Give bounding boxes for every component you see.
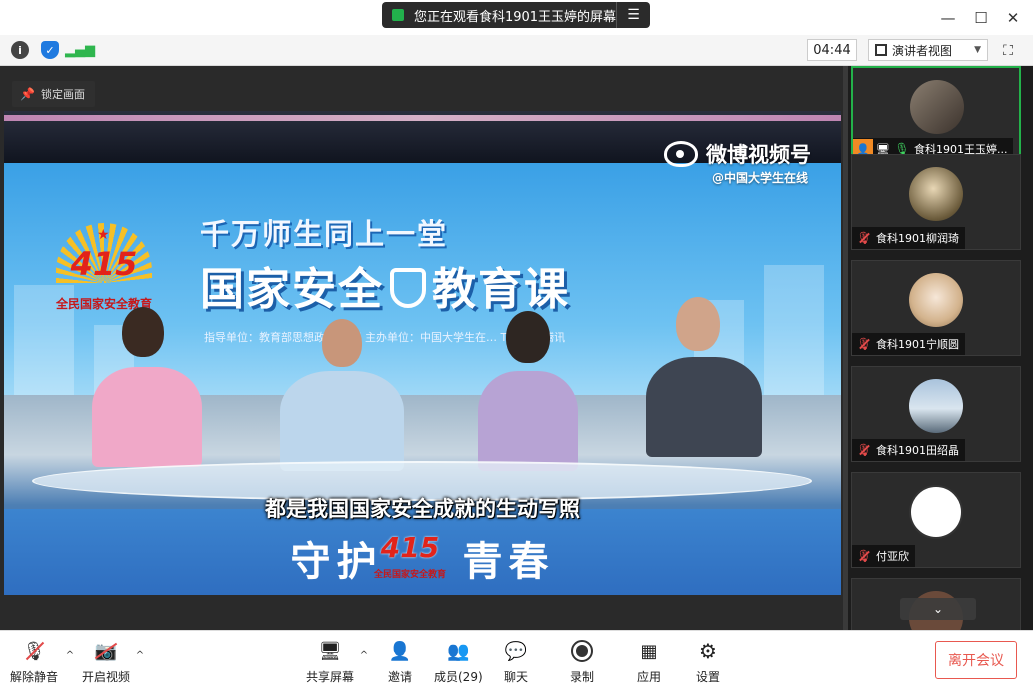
start-video-button[interactable]: 📷 开启视频 xyxy=(82,639,130,687)
banner-right-text: 青春 xyxy=(462,539,555,585)
title-bar: 您正在观看食科1901王玉婷的屏幕 ☰ — ☐ ✕ xyxy=(0,0,1033,35)
chevron-up-icon[interactable]: ^ xyxy=(134,649,146,661)
weibo-brand-text: 微博视频号 xyxy=(706,143,811,167)
minimize-icon[interactable]: — xyxy=(938,8,958,28)
share-status-pill[interactable]: 您正在观看食科1901王玉婷的屏幕 ☰ xyxy=(382,2,650,28)
invite-button[interactable]: 👤 邀请 xyxy=(387,639,413,687)
chat-label: 聊天 xyxy=(503,670,528,684)
meeting-window: 您正在观看食科1901王玉婷的屏幕 ☰ — ☐ ✕ i ✓ ▂▄▆ 04:44 … xyxy=(0,0,1033,691)
participant-tile[interactable]: 🎙 食科1901宁顺圆 xyxy=(851,260,1021,356)
settings-button[interactable]: ⚙ 设置 xyxy=(695,639,721,687)
apps-button[interactable]: ▦ 应用 xyxy=(636,639,662,687)
grid-icon xyxy=(875,44,887,56)
mic-muted-icon: 🎙 xyxy=(856,443,872,457)
weibo-handle: @中国大学生在线 xyxy=(712,171,809,185)
record-label: 录制 xyxy=(569,670,594,684)
chat-button[interactable]: 💬 聊天 xyxy=(503,639,529,687)
participant-name-bar: 🎙 食科1901柳润琦 xyxy=(852,227,965,249)
headline-part2: 教育课 xyxy=(432,264,570,315)
share-screen-button[interactable]: 🖥 共享屏幕 xyxy=(306,639,354,687)
weibo-watermark: 微博视频号 xyxy=(664,139,811,169)
avatar xyxy=(909,485,963,539)
lock-view-button[interactable]: 📌 锁定画面 xyxy=(12,81,95,107)
chevron-down-icon: ▼ xyxy=(974,45,981,55)
shared-screen-stage: 📌 锁定画面 微博视频号 @中国大学生在线 ★ 415 全民国家安全教育 千万师… xyxy=(0,66,845,630)
headline-line1: 千万师生同上一堂 xyxy=(200,217,449,251)
mic-muted-icon: 🎙 xyxy=(856,549,872,563)
participant-name-bar: 🎙 食科1901宁顺圆 xyxy=(852,333,965,355)
participant-name: 食科1901宁顺圆 xyxy=(876,338,959,351)
headline-line2: 国家安全 教育课 xyxy=(200,253,570,317)
share-screen-label: 共享屏幕 xyxy=(306,670,355,684)
apps-icon: ▦ xyxy=(640,640,658,662)
mic-muted-icon: 🎙 xyxy=(856,337,872,351)
start-video-label: 开启视频 xyxy=(82,670,131,684)
meeting-timer: 04:44 xyxy=(807,39,857,61)
shield-icon[interactable]: ✓ xyxy=(41,41,59,59)
banner-left-text: 守护 xyxy=(290,539,383,585)
add-user-icon: 👤 xyxy=(388,640,412,662)
avatar xyxy=(909,273,963,327)
participant-tile[interactable]: 🎙 食科1901柳润琦 xyxy=(851,154,1021,250)
participant-tile[interactable]: 👤 🖥 🎙 食科1901王玉婷... xyxy=(851,66,1021,162)
participant-name: 食科1901柳润琦 xyxy=(876,232,959,245)
members-icon: 👥 xyxy=(447,640,470,662)
apps-label: 应用 xyxy=(636,670,661,684)
mic-muted-icon: 🎙 xyxy=(21,639,47,663)
mic-muted-icon: 🎙 xyxy=(856,231,872,245)
chevron-up-icon[interactable]: ^ xyxy=(64,649,76,661)
share-status-text: 您正在观看食科1901王玉婷的屏幕 xyxy=(413,9,617,25)
list-icon[interactable]: ☰ xyxy=(616,2,650,28)
view-mode-select[interactable]: 演讲者视图 ▼ xyxy=(868,39,988,61)
lock-view-label: 锁定画面 xyxy=(40,88,85,101)
sharing-indicator-icon xyxy=(392,9,404,21)
avatar xyxy=(910,80,964,134)
campaign-logo-number: 415 xyxy=(70,245,138,283)
unmute-label: 解除静音 xyxy=(10,670,59,684)
banner-logo-number: 415 xyxy=(380,531,440,564)
close-icon[interactable]: ✕ xyxy=(1003,8,1023,28)
participant-tile[interactable]: 🎙 付亚欣 xyxy=(851,472,1021,568)
members-label: 成员(29) xyxy=(434,670,483,684)
banner-logo: 415 全民国家安全教育 xyxy=(372,521,448,580)
unmute-button[interactable]: 🎙 解除静音 xyxy=(10,639,58,687)
meeting-info-bar: i ✓ ▂▄▆ 04:44 演讲者视图 ▼ ⛶ xyxy=(0,35,1033,66)
video-off-icon: 📷 xyxy=(93,639,119,663)
info-icon[interactable]: i xyxy=(11,41,29,59)
chat-icon: 💬 xyxy=(504,640,528,662)
shield-icon xyxy=(390,268,426,308)
record-icon xyxy=(569,639,595,663)
share-screen-icon: 🖥 xyxy=(318,640,342,662)
avatar xyxy=(909,167,963,221)
shared-video: 微博视频号 @中国大学生在线 ★ 415 全民国家安全教育 千万师生同上一堂 国… xyxy=(4,111,841,595)
view-mode-label: 演讲者视图 xyxy=(892,43,953,58)
participant-tile[interactable]: 🎙 食科1901田绍晶 xyxy=(851,366,1021,462)
participant-name: 食科1901田绍晶 xyxy=(876,444,959,457)
leave-meeting-button[interactable]: 离开会议 xyxy=(935,641,1017,679)
weibo-logo-icon xyxy=(664,141,698,167)
settings-label: 设置 xyxy=(695,670,720,684)
pin-icon: 📌 xyxy=(20,87,35,101)
avatar xyxy=(909,379,963,433)
fullscreen-icon[interactable]: ⛶ xyxy=(998,41,1018,61)
gear-icon: ⚙ xyxy=(699,639,717,663)
chevron-up-icon[interactable]: ^ xyxy=(358,649,370,661)
participant-name: 付亚欣 xyxy=(876,550,909,563)
campaign-logo: ★ 415 全民国家安全教育 xyxy=(46,223,162,313)
record-button[interactable]: 录制 xyxy=(569,639,595,687)
video-subtitle: 都是我国国家安全成就的生动写照 xyxy=(265,497,580,521)
members-button[interactable]: 👥 成员(29) xyxy=(434,639,483,687)
headline-part1: 国家安全 xyxy=(200,264,384,315)
participant-panel: 👤 🖥 🎙 食科1901王玉婷... 🎙 食科1901柳润琦 🎙 食科1901宁… xyxy=(848,66,1033,630)
banner-logo-caption: 全民国家安全教育 xyxy=(373,570,446,580)
meeting-toolbar: 🎙 解除静音 ^ 📷 开启视频 ^ 🖥 共享屏幕 ^ 👤 邀请 👥 成员(29)… xyxy=(0,630,1033,691)
signal-icon[interactable]: ▂▄▆ xyxy=(65,41,95,59)
participant-name-bar: 🎙 食科1901田绍晶 xyxy=(852,439,965,461)
maximize-icon[interactable]: ☐ xyxy=(971,8,991,28)
invite-label: 邀请 xyxy=(387,670,412,684)
participant-name-bar: 🎙 付亚欣 xyxy=(852,545,915,567)
chevron-down-icon[interactable]: ⌄ xyxy=(900,598,976,620)
